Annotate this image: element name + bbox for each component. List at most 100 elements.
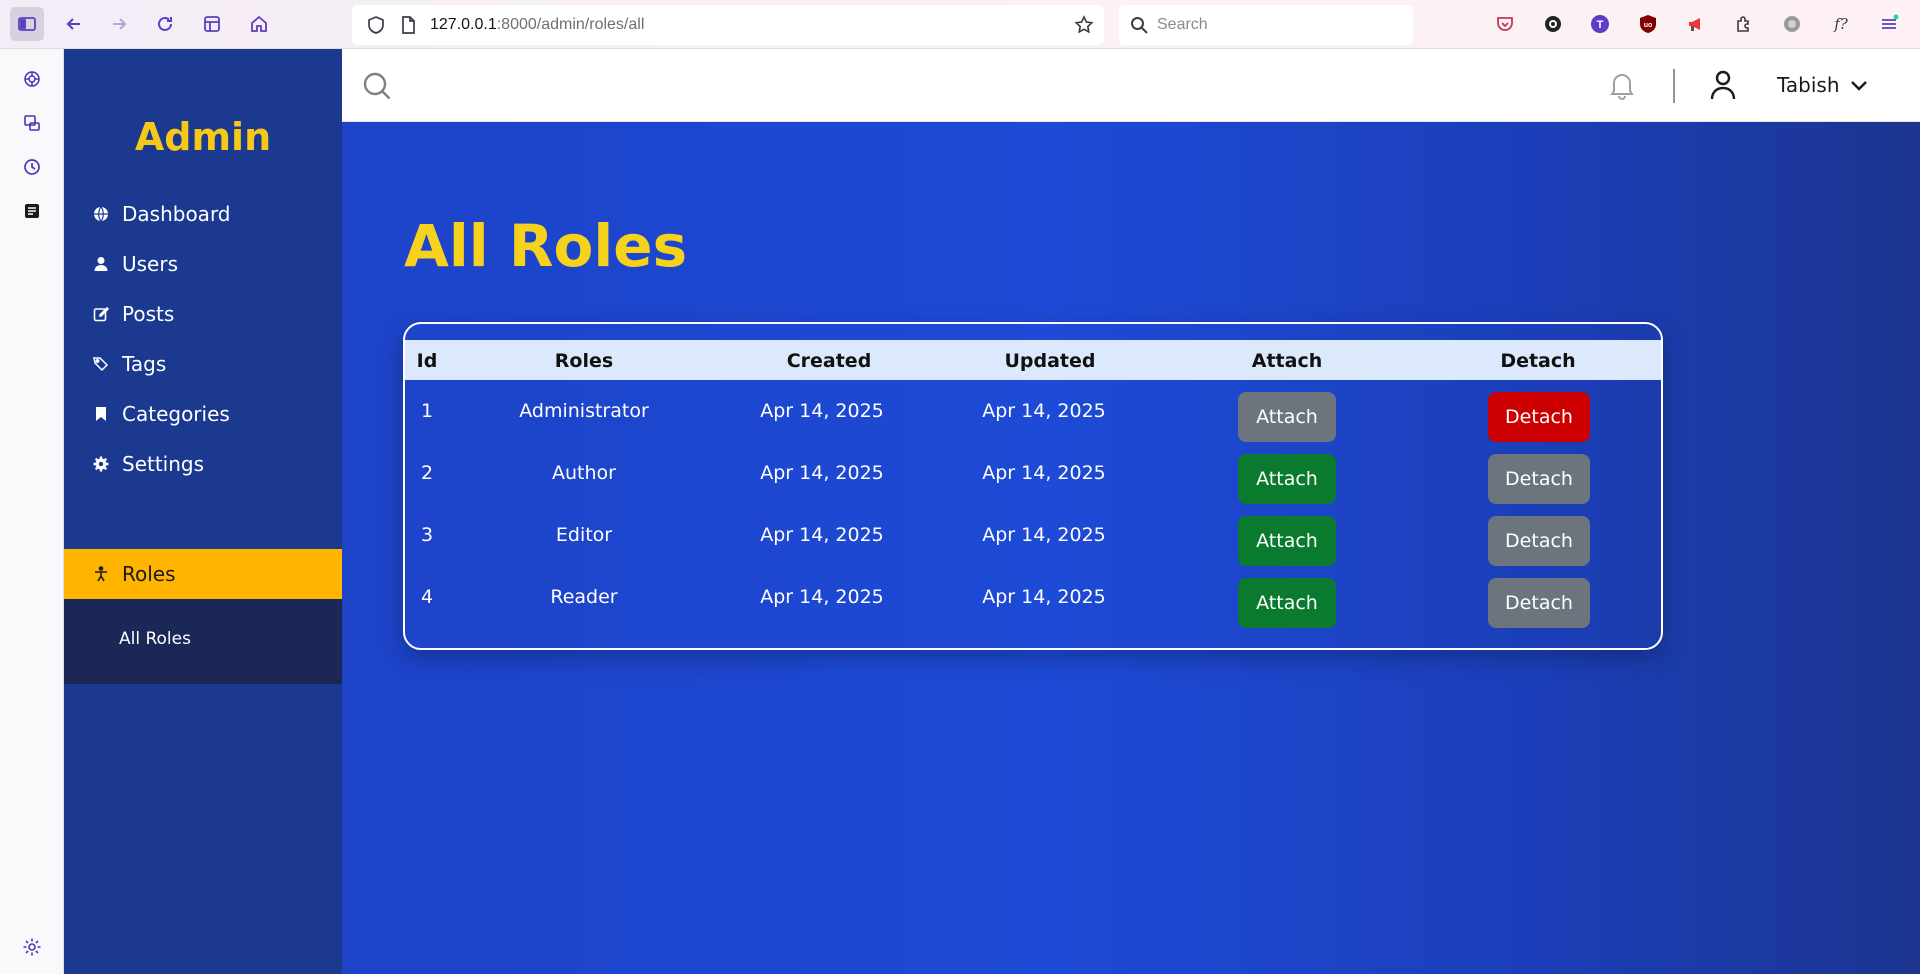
- url-bar[interactable]: 127.0.0.1:8000/admin/roles/all: [352, 5, 1104, 45]
- sidebar-item-label: Dashboard: [122, 202, 231, 226]
- detach-button[interactable]: Detach: [1488, 454, 1590, 504]
- user-icon: [92, 255, 110, 273]
- page-icon: [398, 15, 418, 35]
- sidebar-item-label: Roles: [122, 562, 176, 586]
- sidebar-item-label: Tags: [122, 352, 167, 376]
- search-icon[interactable]: [362, 71, 392, 101]
- role-id: 4: [420, 586, 434, 608]
- function-icon[interactable]: f?: [1829, 12, 1853, 36]
- role-name: Reader: [550, 586, 618, 608]
- svg-text:uo: uo: [1644, 22, 1653, 29]
- gear-icon: [92, 455, 110, 473]
- admin-sidebar: Admin Dashboard Users Posts Tags Categor…: [64, 49, 342, 974]
- reload-icon[interactable]: [148, 7, 182, 41]
- ai-chat-icon[interactable]: [20, 67, 44, 91]
- top-header: Tabish: [342, 49, 1920, 122]
- role-id: 1: [420, 400, 434, 422]
- sidebar-item-settings[interactable]: Settings: [64, 439, 342, 489]
- extension-eye-icon[interactable]: [1541, 12, 1565, 36]
- page-title: All Roles: [404, 212, 688, 280]
- ublock-icon[interactable]: uo: [1636, 12, 1660, 36]
- bell-icon[interactable]: [1606, 69, 1638, 101]
- table-row: 1 Administrator Apr 14, 2025 Apr 14, 202…: [405, 380, 1661, 442]
- role-created: Apr 14, 2025: [760, 462, 884, 484]
- user-menu[interactable]: Tabish: [1777, 73, 1870, 97]
- bookmark-icon: [92, 405, 110, 423]
- table-row: 4 Reader Apr 14, 2025 Apr 14, 2025 Attac…: [405, 566, 1661, 628]
- container-icon[interactable]: [195, 7, 229, 41]
- role-created: Apr 14, 2025: [760, 586, 884, 608]
- sidebar-item-dashboard[interactable]: Dashboard: [64, 189, 342, 239]
- shield-icon[interactable]: [366, 15, 386, 35]
- sidebar-item-users[interactable]: Users: [64, 239, 342, 289]
- roles-submenu: All Roles: [64, 599, 342, 684]
- header-divider: [1673, 69, 1675, 103]
- attach-button[interactable]: Attach: [1238, 392, 1336, 442]
- column-header-updated: Updated: [1004, 350, 1096, 372]
- megaphone-icon[interactable]: [1684, 12, 1708, 36]
- svg-text:T: T: [1597, 19, 1604, 31]
- url-text[interactable]: 127.0.0.1:8000/admin/roles/all: [430, 16, 644, 34]
- extension-globe-icon[interactable]: [1780, 12, 1804, 36]
- browser-search-bar[interactable]: Search: [1119, 5, 1413, 45]
- browser-search-placeholder: Search: [1157, 16, 1208, 33]
- column-header-attach: Attach: [1251, 350, 1323, 372]
- sidebar-settings-icon[interactable]: [20, 935, 44, 959]
- table-row: 3 Editor Apr 14, 2025 Apr 14, 2025 Attac…: [405, 504, 1661, 566]
- role-created: Apr 14, 2025: [760, 524, 884, 546]
- sidebar-item-tags[interactable]: Tags: [64, 339, 342, 389]
- svg-text:f?: f?: [1833, 15, 1849, 33]
- back-icon[interactable]: [57, 7, 91, 41]
- role-name: Administrator: [519, 400, 649, 422]
- globe-icon: [92, 205, 110, 223]
- search-icon: [1129, 15, 1149, 35]
- pocket-icon[interactable]: [1493, 12, 1517, 36]
- attach-button[interactable]: Attach: [1238, 454, 1336, 504]
- person-icon: [92, 565, 110, 583]
- extension-t-icon[interactable]: T: [1588, 12, 1612, 36]
- sidebar-item-posts[interactable]: Posts: [64, 289, 342, 339]
- role-id: 2: [420, 462, 434, 484]
- roles-table: Id Roles Created Updated Attach Detach 1…: [403, 322, 1663, 650]
- sidebar-item-label: Users: [122, 252, 179, 276]
- table-row: 2 Author Apr 14, 2025 Apr 14, 2025 Attac…: [405, 442, 1661, 504]
- bookmark-star-icon[interactable]: [1074, 15, 1094, 35]
- sidebar-item-categories[interactable]: Categories: [64, 389, 342, 439]
- role-updated: Apr 14, 2025: [982, 524, 1106, 546]
- detach-button[interactable]: Detach: [1488, 578, 1590, 628]
- sidebar-subitem-all-roles[interactable]: All Roles: [119, 629, 191, 649]
- extensions-puzzle-icon[interactable]: [1732, 12, 1756, 36]
- browser-sidebar: [0, 49, 64, 974]
- attach-button[interactable]: Attach: [1238, 516, 1336, 566]
- main-content: All Roles Id Roles Created Updated Attac…: [342, 122, 1920, 974]
- role-created: Apr 14, 2025: [760, 400, 884, 422]
- history-icon[interactable]: [20, 155, 44, 179]
- forward-icon[interactable]: [102, 7, 136, 41]
- sidebar-toggle-icon[interactable]: [10, 7, 44, 41]
- role-updated: Apr 14, 2025: [982, 586, 1106, 608]
- sidebar-item-label: Posts: [122, 302, 175, 326]
- sidebar-item-roles[interactable]: Roles: [64, 549, 342, 599]
- sidebar-item-label: Categories: [122, 402, 230, 426]
- browser-toolbar: 127.0.0.1:8000/admin/roles/all Search T …: [0, 0, 1920, 49]
- menu-icon[interactable]: [1877, 12, 1901, 36]
- user-avatar-icon[interactable]: [1708, 69, 1738, 101]
- role-id: 3: [420, 524, 434, 546]
- detach-button[interactable]: Detach: [1488, 516, 1590, 566]
- attach-button[interactable]: Attach: [1238, 578, 1336, 628]
- column-header-id: Id: [416, 350, 438, 372]
- column-header-created: Created: [786, 350, 872, 372]
- bookmarks-panel-icon[interactable]: [20, 199, 44, 223]
- column-header-detach: Detach: [1500, 350, 1576, 372]
- synced-tabs-icon[interactable]: [20, 111, 44, 135]
- detach-button[interactable]: Detach: [1488, 392, 1590, 442]
- brand-title: Admin: [134, 115, 272, 159]
- username: Tabish: [1777, 73, 1840, 97]
- column-header-roles: Roles: [554, 350, 614, 372]
- role-name: Editor: [555, 524, 613, 546]
- chevron-down-icon: [1850, 81, 1867, 91]
- home-icon[interactable]: [242, 7, 276, 41]
- role-updated: Apr 14, 2025: [982, 400, 1106, 422]
- role-name: Author: [552, 462, 616, 484]
- tags-icon: [92, 355, 110, 373]
